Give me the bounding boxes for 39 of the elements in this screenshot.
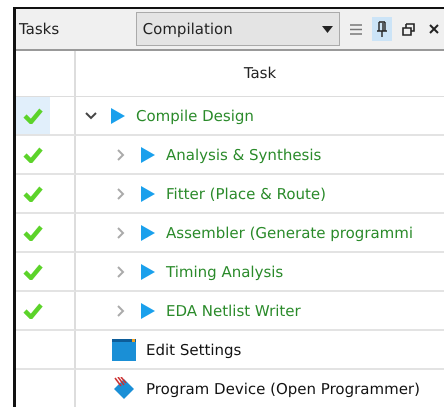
task-row[interactable]: Edit Settings [76, 331, 444, 370]
play-icon[interactable] [110, 106, 126, 124]
task-row[interactable]: EDA Netlist Writer [76, 292, 444, 331]
task-label: Timing Analysis [166, 262, 284, 280]
chevron-right-icon[interactable] [117, 266, 125, 278]
task-label: EDA Netlist Writer [166, 302, 301, 320]
chevron-right-icon[interactable] [117, 304, 125, 316]
task-label: Program Device (Open Programmer) [146, 380, 420, 398]
chip-icon[interactable] [112, 376, 136, 400]
task-row[interactable]: Timing Analysis [76, 253, 444, 292]
close-icon[interactable] [429, 24, 439, 34]
task-row[interactable]: Assembler (Generate programmi [76, 214, 444, 253]
column-header[interactable]: Task [76, 51, 444, 96]
window-icon[interactable] [112, 338, 136, 360]
panel-title: Tasks [18, 20, 60, 38]
task-label: Compile Design [136, 106, 254, 124]
chevron-right-icon[interactable] [117, 188, 125, 200]
task-row[interactable]: Compile Design [76, 97, 444, 136]
dropdown-arrow-icon[interactable] [322, 26, 333, 32]
task-row[interactable]: Analysis & Synthesis [76, 136, 444, 175]
chevron-right-icon[interactable] [117, 148, 125, 160]
task-label: Analysis & Synthesis [166, 146, 322, 164]
chevron-down-icon[interactable] [85, 112, 97, 120]
task-row[interactable]: Fitter (Place & Route) [76, 175, 444, 214]
play-icon[interactable] [140, 146, 156, 164]
play-icon[interactable] [140, 224, 156, 242]
restore-icon[interactable] [402, 22, 414, 36]
pin-button[interactable] [372, 17, 392, 41]
menu-icon[interactable] [350, 24, 362, 34]
task-row[interactable]: Program Device (Open Programmer) [76, 370, 444, 407]
task-label: Fitter (Place & Route) [166, 184, 326, 202]
play-icon[interactable] [140, 262, 156, 280]
pin-icon[interactable] [377, 21, 387, 37]
play-icon[interactable] [140, 302, 156, 320]
task-label: Assembler (Generate programmi [166, 224, 414, 242]
flow-dropdown[interactable]: Compilation [136, 12, 340, 46]
chevron-right-icon[interactable] [117, 226, 125, 238]
play-icon[interactable] [140, 184, 156, 202]
task-label: Edit Settings [146, 340, 242, 358]
